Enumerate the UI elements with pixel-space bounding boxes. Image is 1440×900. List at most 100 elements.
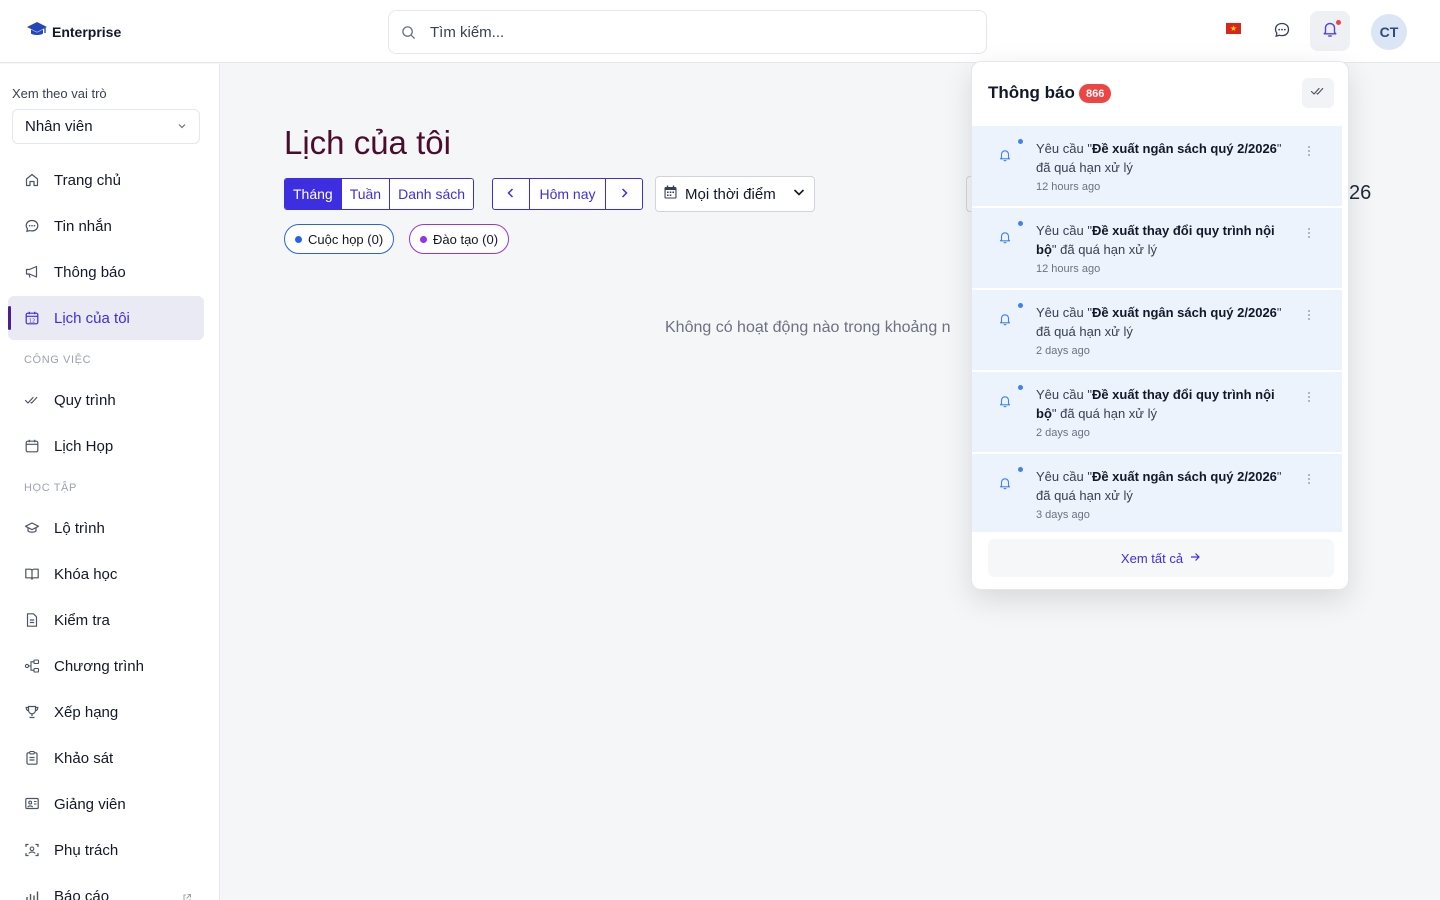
sidebar-item-label: Phụ trách (54, 841, 119, 859)
chat-icon (24, 218, 40, 234)
notification-item[interactable]: Yêu cầu "Đề xuất ngân sách quý 2/2026" đ… (972, 454, 1342, 532)
date-navigation: Hôm nay (492, 178, 643, 210)
sidebar-item-announcements[interactable]: Thông báo (8, 250, 204, 294)
sidebar-item-messages[interactable]: Tin nhắn (8, 204, 204, 248)
filter-training-label: Đào tạo (0) (433, 231, 499, 247)
sidebar-item-label: Khóa học (54, 565, 118, 583)
notification-time: 2 days ago (1036, 427, 1090, 439)
training-color-dot (420, 235, 427, 243)
search-input[interactable]: Tìm kiếm... (388, 10, 987, 54)
sidebar-item-label: Khảo sát (54, 749, 114, 767)
external-link-icon (182, 890, 192, 900)
sidebar-item-meetings[interactable]: Lịch Họp (8, 424, 204, 468)
sidebar-item-my-calendar[interactable]: 12 Lịch của tôi (8, 296, 204, 340)
sidebar-item-home[interactable]: Trang chủ (8, 158, 204, 202)
unread-dot (1018, 467, 1023, 472)
sidebar: Xem theo vai trò Nhân viên Trang chủ Tin… (0, 64, 220, 900)
view-all-notifications-button[interactable]: Xem tất cả (988, 539, 1334, 577)
more-options-icon[interactable] (1308, 310, 1310, 320)
arrow-right-icon (1189, 551, 1201, 566)
svg-text:12: 12 (29, 318, 35, 324)
bell-icon (998, 476, 1012, 495)
sidebar-item-tests[interactable]: Kiểm tra (8, 598, 204, 642)
role-select[interactable]: Nhân viên (12, 109, 200, 144)
today-button[interactable]: Hôm nay (530, 179, 606, 209)
empty-state-message: Không có hoạt động nào trong khoảng n (665, 319, 951, 336)
notifications-button[interactable] (1310, 11, 1350, 51)
calendar-icon (24, 438, 40, 454)
unread-dot (1018, 139, 1023, 144)
role-label: Xem theo vai trò (12, 86, 107, 101)
document-icon (24, 612, 40, 628)
more-options-icon[interactable] (1308, 474, 1310, 484)
search-icon (401, 25, 416, 40)
trophy-icon (24, 704, 40, 720)
check-double-icon (1310, 83, 1326, 104)
sidebar-item-label: Lịch của tôi (54, 309, 130, 327)
more-options-icon[interactable] (1308, 228, 1310, 238)
more-options-icon[interactable] (1308, 392, 1310, 402)
sidebar-item-learning-path[interactable]: Lộ trình (8, 506, 204, 550)
notification-text: Yêu cầu "Đề xuất ngân sách quý 2/2026" đ… (1036, 469, 1282, 503)
bell-icon (998, 148, 1012, 167)
user-avatar[interactable]: CT (1371, 14, 1407, 50)
view-all-label: Xem tất cả (1120, 550, 1184, 566)
hierarchy-icon (24, 658, 40, 674)
chevron-down-icon (792, 185, 806, 203)
sidebar-item-label: Trang chủ (54, 171, 121, 189)
bell-icon (998, 312, 1012, 331)
sidebar-item-label: Tin nhắn (54, 217, 112, 235)
sidebar-item-courses[interactable]: Khóa học (8, 552, 204, 596)
tab-week[interactable]: Tuần (341, 179, 391, 209)
page-title: Lịch của tôi (284, 124, 451, 161)
next-button[interactable] (606, 179, 642, 209)
notification-item[interactable]: Yêu cầu "Đề xuất thay đổi quy trình nội … (972, 372, 1342, 452)
notification-item[interactable]: Yêu cầu "Đề xuất ngân sách quý 2/2026" đ… (972, 290, 1342, 370)
unread-indicator (1336, 20, 1341, 25)
role-select-value: Nhân viên (25, 118, 93, 135)
book-icon (24, 566, 40, 582)
sidebar-item-process[interactable]: Quy trình (8, 378, 204, 422)
more-options-icon[interactable] (1308, 146, 1310, 156)
notification-text: Yêu cầu "Đề xuất ngân sách quý 2/2026" đ… (1036, 141, 1282, 175)
checks-icon (24, 392, 40, 408)
notification-time: 12 hours ago (1036, 263, 1101, 275)
sidebar-item-in-charge[interactable]: Phụ trách (8, 828, 204, 872)
time-range-select[interactable]: Mọi thời điểm (655, 176, 815, 212)
sidebar-item-ranking[interactable]: Xếp hạng (8, 690, 204, 734)
graduation-cap-icon (26, 20, 48, 43)
chevron-right-icon (618, 186, 630, 202)
graduation-cap-icon (24, 520, 40, 536)
notification-item[interactable]: Yêu cầu "Đề xuất thay đổi quy trình nội … (972, 208, 1342, 288)
app-logo[interactable]: Enterprise (26, 20, 121, 43)
sidebar-item-label: Báo cáo (54, 887, 110, 900)
sidebar-item-surveys[interactable]: Khảo sát (8, 736, 204, 780)
sidebar-item-programs[interactable]: Chương trình (8, 644, 204, 688)
calendar-icon: 12 (24, 310, 40, 326)
sidebar-item-label: Lộ trình (54, 519, 105, 537)
tab-month[interactable]: Tháng (285, 179, 342, 209)
filter-meetings[interactable]: Cuộc họp (0) (284, 224, 395, 254)
home-icon (24, 172, 40, 188)
notification-time: 3 days ago (1036, 509, 1090, 521)
view-toggle: Tháng Tuần Danh sách (284, 178, 475, 210)
messages-button[interactable] (1266, 16, 1298, 48)
sidebar-item-label: Thông báo (54, 263, 126, 281)
prev-button[interactable] (493, 179, 530, 209)
section-title-work: CÔNG VIỆC (24, 354, 92, 366)
notification-time: 2 days ago (1036, 345, 1090, 357)
tab-list[interactable]: Danh sách (390, 179, 474, 209)
bell-icon (998, 230, 1012, 249)
clipboard-icon (24, 750, 40, 766)
sidebar-item-instructors[interactable]: Giảng viên (8, 782, 204, 826)
sidebar-item-reports[interactable]: Báo cáo (8, 874, 204, 900)
filter-training[interactable]: Đào tạo (0) (409, 224, 510, 254)
notifications-dropdown: Thông báo 866 Yêu cầu "Đề xuất ngân sách… (971, 61, 1349, 590)
notification-item[interactable]: Yêu cầu "Đề xuất ngân sách quý 2/2026" đ… (972, 126, 1342, 206)
app-name: Enterprise (52, 23, 122, 40)
vietnam-flag-icon[interactable]: ★ (1226, 23, 1241, 34)
top-header: Enterprise Tìm kiếm... ★ CT (0, 0, 1440, 63)
mark-all-read-button[interactable] (1302, 78, 1334, 108)
bell-icon (998, 394, 1012, 413)
notification-time: 12 hours ago (1036, 181, 1101, 193)
